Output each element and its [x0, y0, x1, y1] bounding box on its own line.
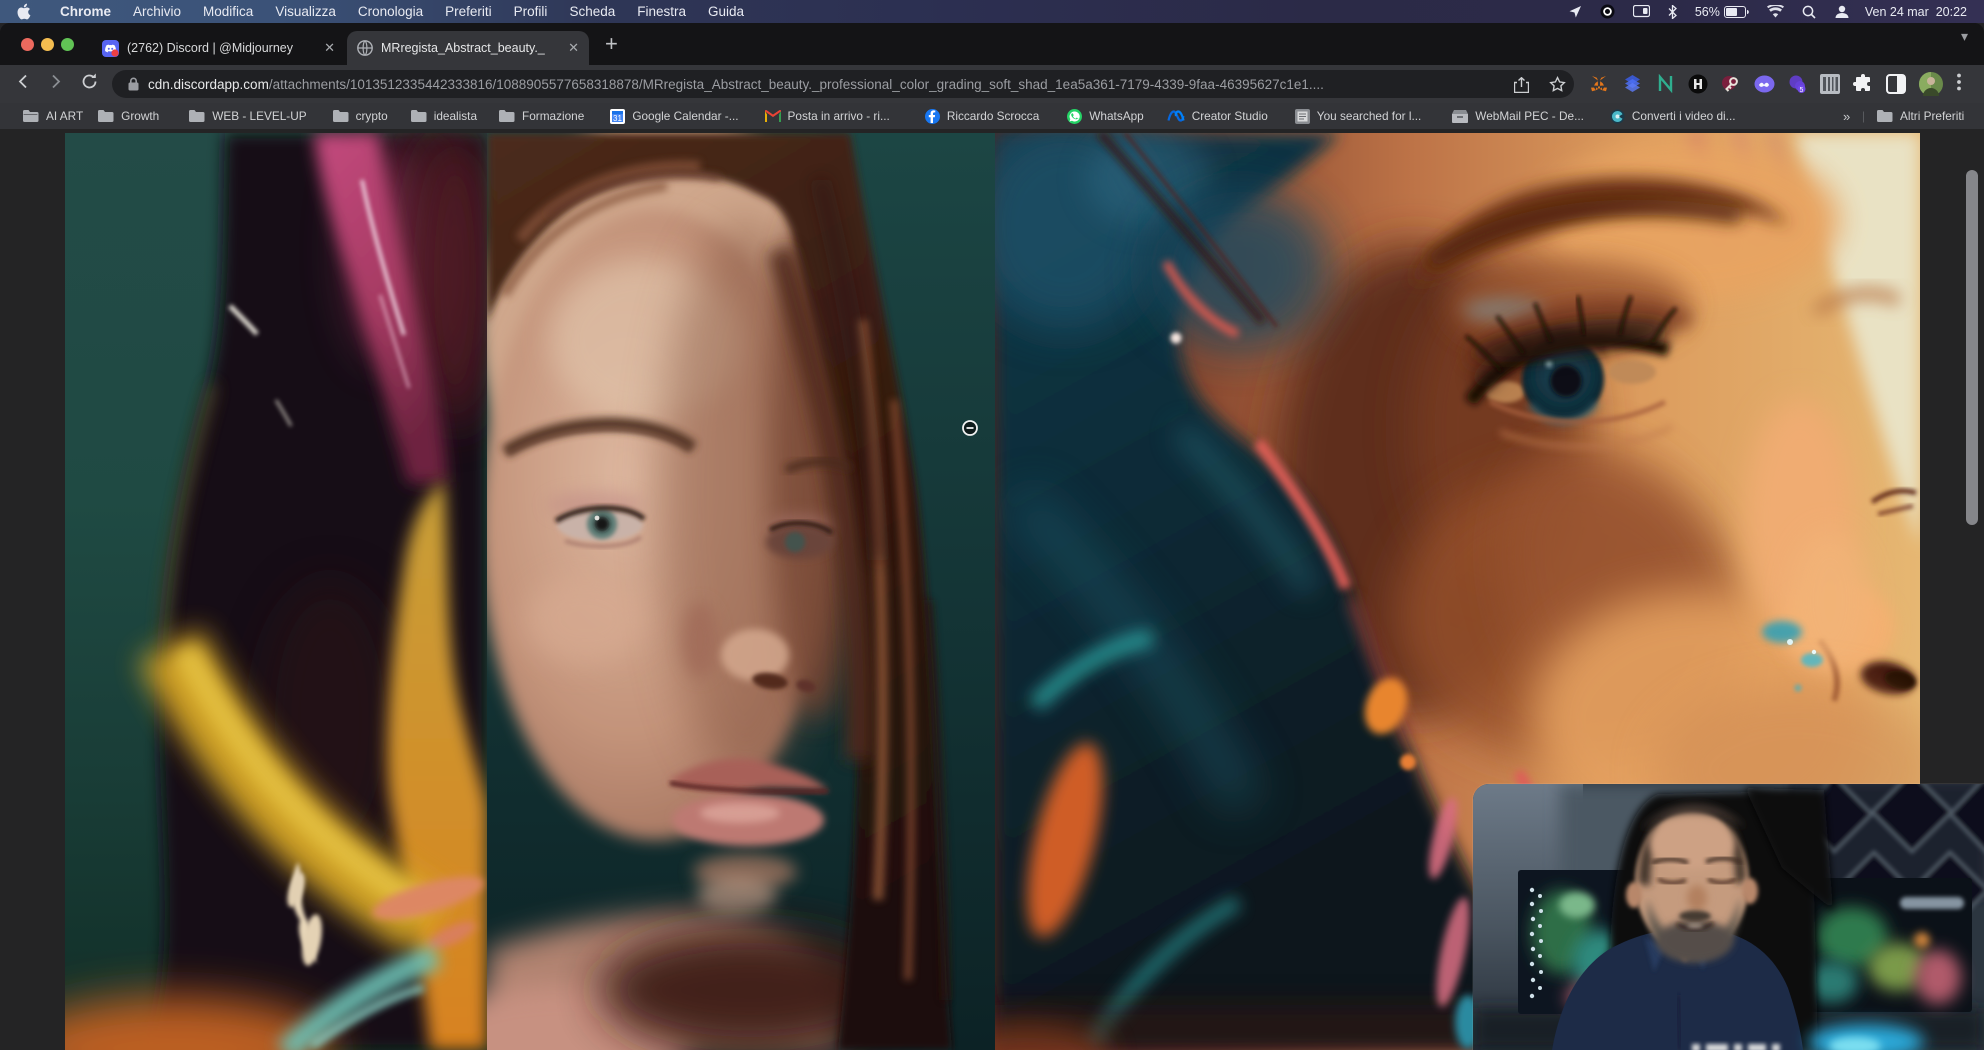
svg-text:5: 5 — [1800, 87, 1804, 94]
svg-text:31: 31 — [613, 114, 622, 123]
